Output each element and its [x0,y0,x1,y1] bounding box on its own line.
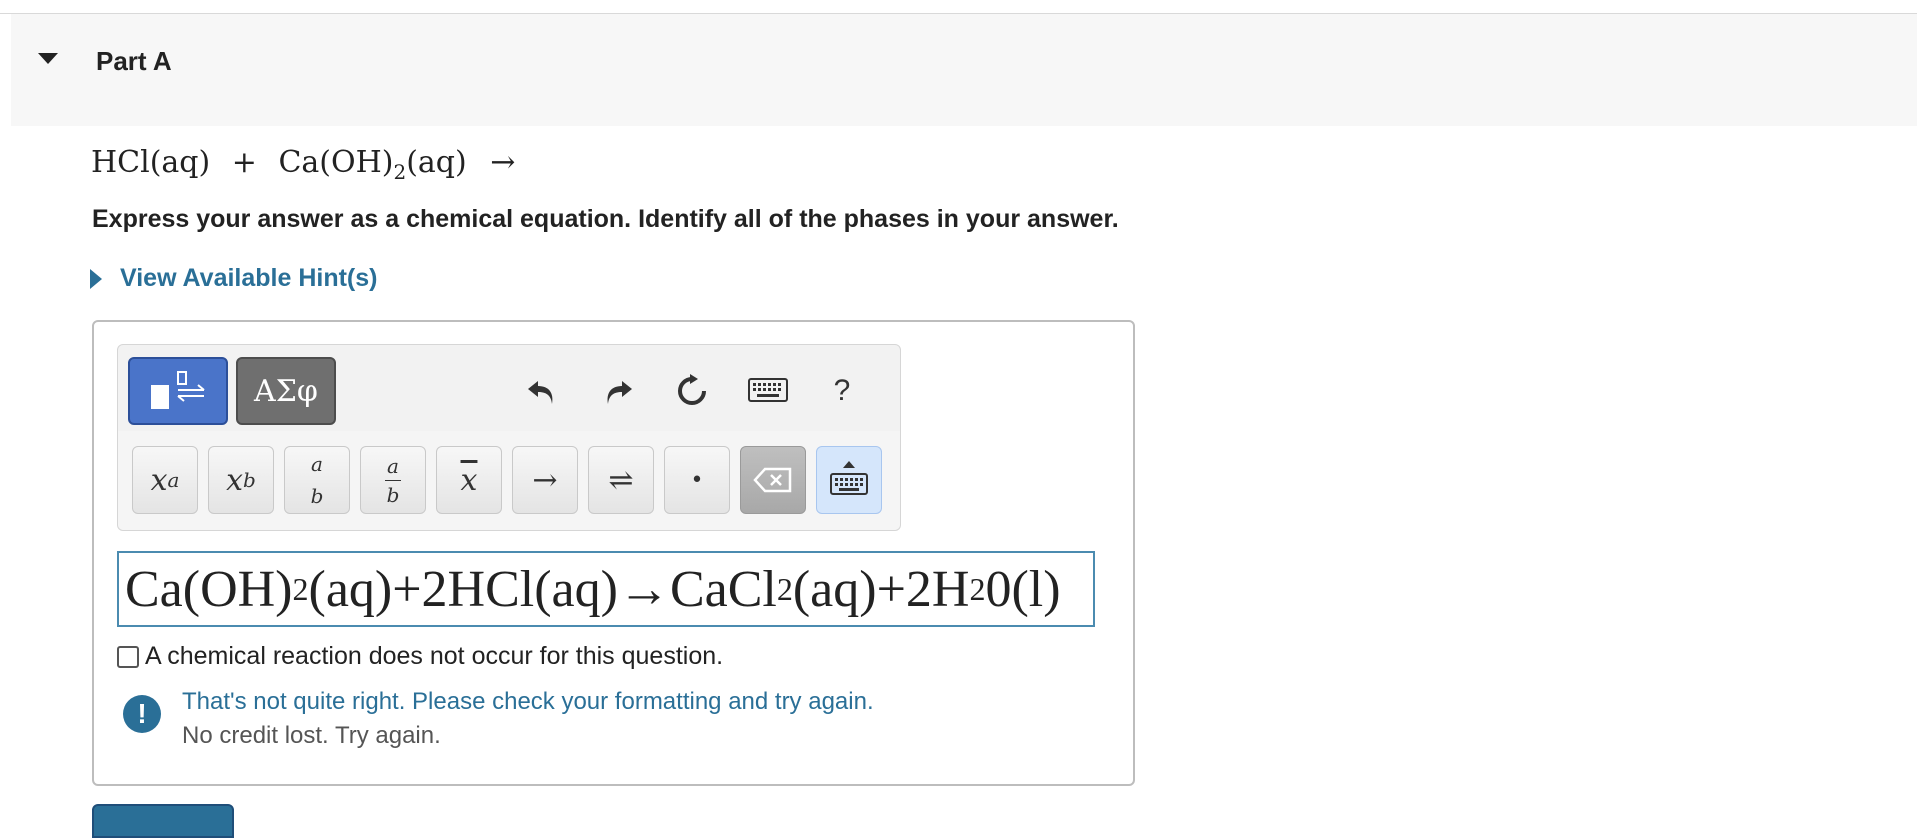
reset-icon [678,374,706,405]
templates-button[interactable] [128,357,228,425]
subscript-key[interactable]: xb [208,446,274,514]
part-title: Part A [96,46,172,76]
feedback-text: That's not quite right. Please check you… [182,688,874,715]
question-equation: HCl(aq) + Ca(OH)2(aq) → [91,145,515,184]
undo-icon [528,381,553,404]
view-hints-label: View Available Hint(s) [120,264,378,292]
no-reaction-option: A chemical reaction does not occur for t… [117,642,723,671]
reaction-arrow: → [490,145,516,180]
overline-key[interactable]: x [436,446,502,514]
part-header[interactable] [11,14,1917,126]
delete-key[interactable] [740,446,806,514]
equilibrium-arrow-key[interactable]: ⇌ [588,446,654,514]
help-button[interactable]: ? [820,371,864,411]
no-reaction-checkbox[interactable] [117,645,139,668]
redo-button[interactable] [596,371,640,411]
reactant-1: HCl(aq) [91,145,211,180]
collapse-toggle[interactable] [27,38,67,78]
plus-sign: + [231,145,257,180]
caret-down-icon [38,53,58,64]
greek-symbols-button[interactable]: ΑΣφ [236,357,336,425]
instructions: Express your answer as a chemical equati… [92,205,1119,233]
answer-panel: ΑΣφ ? x a x b a b a b x → ⇌ • Ca(OH) 2 (… [92,320,1135,786]
dot-key[interactable]: • [664,446,730,514]
view-hints-link[interactable]: View Available Hint(s) [90,264,377,293]
toggle-keyboard-key[interactable] [816,446,882,514]
stacked-fraction-key[interactable]: ab [284,446,350,514]
show-keyboard-icon [830,461,868,495]
alert-icon: ! [123,695,161,733]
answer-input[interactable]: Ca(OH) 2 (aq)+2HCl(aq)→CaCl 2 (aq)+2H 2 0(l) [117,551,1095,627]
feedback-subtext: No credit lost. Try again. [182,722,441,749]
reaction-arrow-key[interactable]: → [512,446,578,514]
math-toolbar: ΑΣφ ? x a x b a b a b x → ⇌ • [117,344,901,531]
keyboard-shortcuts-button[interactable] [746,371,790,411]
backspace-icon [753,467,792,493]
redo-icon [607,381,632,404]
keyboard-icon [748,378,788,402]
undo-button[interactable] [520,371,564,411]
reactant-2: Ca(OH)2(aq) [278,145,467,184]
templates-icon [151,371,205,409]
caret-right-icon [90,268,102,289]
superscript-key[interactable]: xa [132,446,198,514]
no-reaction-label: A chemical reaction does not occur for t… [145,642,724,670]
reset-button[interactable] [670,371,714,411]
submit-button[interactable] [92,804,234,838]
fraction-key[interactable]: ab [360,446,426,514]
